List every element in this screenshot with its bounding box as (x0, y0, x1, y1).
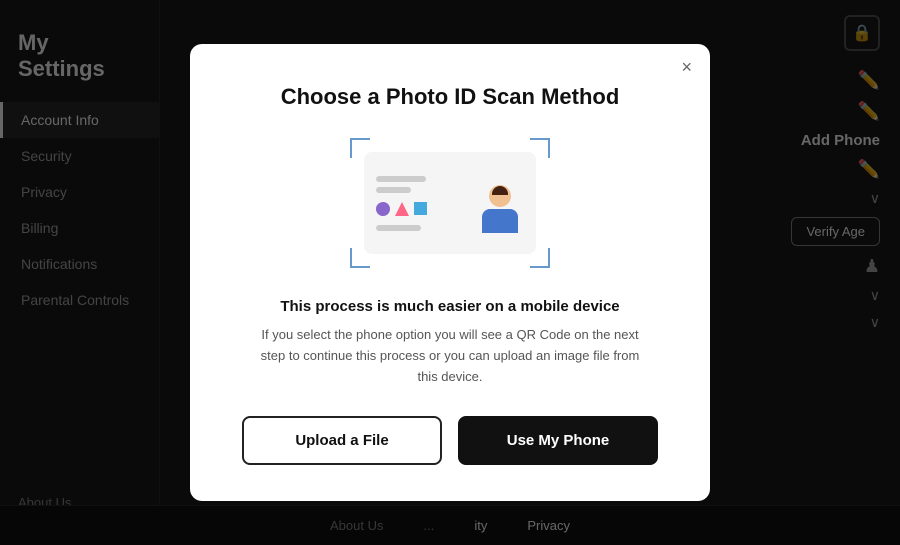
modal-close-button[interactable]: × (681, 58, 692, 76)
person-avatar (476, 173, 524, 233)
upload-file-button[interactable]: Upload a File (242, 416, 442, 465)
shape-circle (376, 202, 390, 216)
person-hair (492, 186, 508, 195)
shape-line-1 (376, 176, 426, 182)
modal-hint-bold: This process is much easier on a mobile … (280, 298, 619, 315)
shape-line-3 (376, 225, 421, 231)
id-card-inner (364, 152, 536, 254)
modal-title: Choose a Photo ID Scan Method (281, 84, 620, 110)
person-head (489, 185, 511, 207)
shape-square (414, 202, 427, 215)
modal: × Choose a Photo ID Scan Method (190, 44, 710, 500)
id-card-illustration (350, 138, 550, 268)
shape-triangle (395, 202, 409, 216)
person-body (482, 209, 518, 233)
shape-line-2 (376, 187, 411, 193)
id-card-shapes (376, 176, 427, 231)
modal-hint-text: If you select the phone option you will … (260, 325, 640, 387)
modal-buttons: Upload a File Use My Phone (230, 416, 670, 465)
use-my-phone-button[interactable]: Use My Phone (458, 416, 658, 465)
modal-overlay: × Choose a Photo ID Scan Method (0, 0, 900, 545)
shape-row (376, 202, 427, 216)
